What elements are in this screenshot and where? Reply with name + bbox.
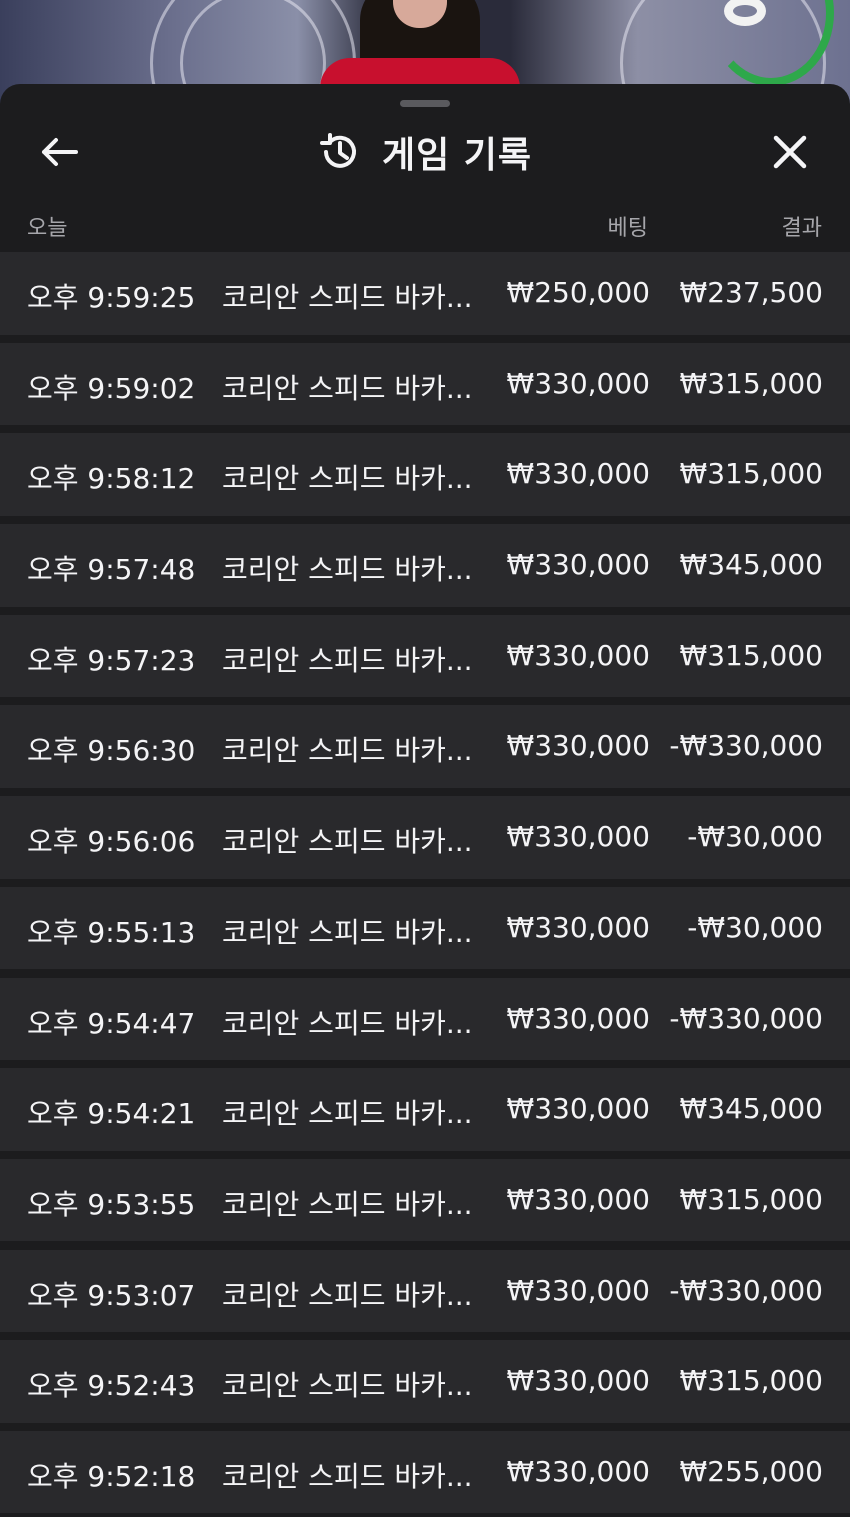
row-time: 오후 9:53:07: [27, 1278, 196, 1312]
row-time: 오후 9:52:18: [27, 1459, 196, 1493]
row-time: 오후 9:56:06: [27, 825, 196, 859]
sheet-title-group: 게임 기록: [0, 126, 850, 178]
row-result-amount: -₩330,000: [669, 1001, 823, 1035]
row-game-name: 코리안 스피드 바카...: [222, 1097, 473, 1131]
history-row[interactable]: 오후 9:59:02 코리안 스피드 바카... ₩330,000 ₩315,0…: [0, 342, 850, 426]
row-bet-amount: ₩330,000: [506, 729, 650, 763]
row-time: 오후 9:58:12: [27, 462, 196, 496]
row-game-name: 코리안 스피드 바카...: [222, 1369, 473, 1403]
row-bet-amount: ₩330,000: [506, 1092, 650, 1126]
row-game-name: 코리안 스피드 바카...: [222, 462, 473, 496]
row-time: 오후 9:57:48: [27, 553, 196, 587]
row-result-amount: ₩255,000: [679, 1454, 823, 1488]
history-row[interactable]: 오후 9:54:47 코리안 스피드 바카... ₩330,000 -₩330,…: [0, 977, 850, 1060]
history-row[interactable]: 오후 9:56:30 코리안 스피드 바카... ₩330,000 -₩330,…: [0, 705, 850, 788]
history-row[interactable]: 오후 9:54:21 코리안 스피드 바카... ₩330,000 ₩345,0…: [0, 1068, 850, 1151]
history-row[interactable]: 오후 9:55:13 코리안 스피드 바카... ₩330,000 -₩30,0…: [0, 886, 850, 970]
column-header-bet: 베팅: [607, 216, 648, 241]
history-row[interactable]: 오후 9:56:06 코리안 스피드 바카... ₩330,000 -₩30,0…: [0, 796, 850, 879]
row-time: 오후 9:57:23: [27, 643, 196, 677]
row-bet-amount: ₩330,000: [506, 1364, 650, 1398]
row-game-name: 코리안 스피드 바카...: [222, 1459, 473, 1493]
row-game-name: 코리안 스피드 바카...: [222, 1187, 473, 1221]
row-game-name: 코리안 스피드 바카...: [222, 371, 473, 405]
history-row[interactable]: 오후 9:52:43 코리안 스피드 바카... ₩330,000 ₩315,0…: [0, 1340, 850, 1423]
row-game-name: 코리안 스피드 바카...: [222, 281, 473, 314]
row-bet-amount: ₩330,000: [506, 638, 650, 672]
row-result-amount: ₩237,500: [679, 276, 823, 309]
row-time: 오후 9:55:13: [27, 915, 196, 949]
dealer-video: [320, 0, 520, 98]
column-header-date: 오늘: [27, 216, 68, 241]
sheet-header: 게임 기록: [0, 114, 850, 189]
row-result-amount: -₩30,000: [687, 910, 823, 944]
row-result-amount: ₩315,000: [679, 457, 823, 491]
history-row[interactable]: 오후 9:57:48 코리안 스피드 바카... ₩330,000 ₩345,0…: [0, 524, 850, 607]
history-row[interactable]: 오후 9:57:23 코리안 스피드 바카... ₩330,000 ₩315,0…: [0, 614, 850, 698]
game-history-sheet: 게임 기록 오늘 베팅 결과 오후 9:59:25 코리안 스피드 바카... …: [0, 84, 850, 1517]
row-result-amount: ₩315,000: [679, 1182, 823, 1216]
column-header-result: 결과: [781, 216, 822, 241]
row-bet-amount: ₩330,000: [506, 548, 650, 582]
row-game-name: 코리안 스피드 바카...: [222, 915, 473, 949]
row-game-name: 코리안 스피드 바카...: [222, 643, 473, 677]
row-result-amount: -₩330,000: [669, 729, 823, 763]
row-time: 오후 9:59:02: [27, 371, 196, 405]
row-game-name: 코리안 스피드 바카...: [222, 1006, 473, 1040]
row-time: 오후 9:54:47: [27, 1006, 196, 1040]
row-result-amount: ₩345,000: [679, 1092, 823, 1126]
row-time: 오후 9:53:55: [27, 1187, 196, 1221]
close-icon: [773, 135, 807, 169]
row-game-name: 코리안 스피드 바카...: [222, 825, 473, 859]
row-time: 오후 9:52:43: [27, 1369, 196, 1403]
history-row[interactable]: 오후 9:53:55 코리안 스피드 바카... ₩330,000 ₩315,0…: [0, 1158, 850, 1242]
row-game-name: 코리안 스피드 바카...: [222, 553, 473, 587]
row-bet-amount: ₩330,000: [506, 1182, 650, 1216]
row-bet-amount: ₩330,000: [506, 1001, 650, 1035]
page-title: 게임 기록: [381, 135, 532, 176]
row-result-amount: ₩315,000: [679, 1364, 823, 1398]
row-result-amount: ₩315,000: [679, 366, 823, 400]
row-result-amount: ₩315,000: [679, 638, 823, 672]
row-bet-amount: ₩330,000: [506, 820, 650, 854]
table-column-header: 오늘 베팅 결과: [0, 206, 850, 246]
row-result-amount: -₩30,000: [687, 820, 823, 854]
row-time: 오후 9:54:21: [27, 1097, 196, 1131]
history-row[interactable]: 오후 9:52:18 코리안 스피드 바카... ₩330,000 ₩255,0…: [0, 1430, 850, 1514]
row-time: 오후 9:59:25: [27, 281, 196, 314]
row-bet-amount: ₩330,000: [506, 1454, 650, 1488]
row-result-amount: -₩330,000: [669, 1273, 823, 1307]
row-bet-amount: ₩330,000: [506, 457, 650, 491]
close-button[interactable]: [766, 128, 814, 176]
history-row[interactable]: 오후 9:58:12 코리안 스피드 바카... ₩330,000 ₩315,0…: [0, 433, 850, 516]
history-row[interactable]: 오후 9:59:25 코리안 스피드 바카... ₩250,000 ₩237,5…: [0, 252, 850, 335]
row-game-name: 코리안 스피드 바카...: [222, 1278, 473, 1312]
row-result-amount: ₩345,000: [679, 548, 823, 582]
row-time: 오후 9:56:30: [27, 734, 196, 768]
row-bet-amount: ₩330,000: [506, 366, 650, 400]
history-list: 오후 9:59:25 코리안 스피드 바카... ₩250,000 ₩237,5…: [0, 252, 850, 1517]
row-bet-amount: ₩250,000: [506, 276, 650, 309]
row-bet-amount: ₩330,000: [506, 910, 650, 944]
history-row[interactable]: 오후 9:53:07 코리안 스피드 바카... ₩330,000 -₩330,…: [0, 1249, 850, 1333]
sheet-drag-handle[interactable]: [400, 100, 450, 107]
row-bet-amount: ₩330,000: [506, 1273, 650, 1307]
history-clock-icon: [319, 133, 356, 168]
row-game-name: 코리안 스피드 바카...: [222, 734, 473, 768]
